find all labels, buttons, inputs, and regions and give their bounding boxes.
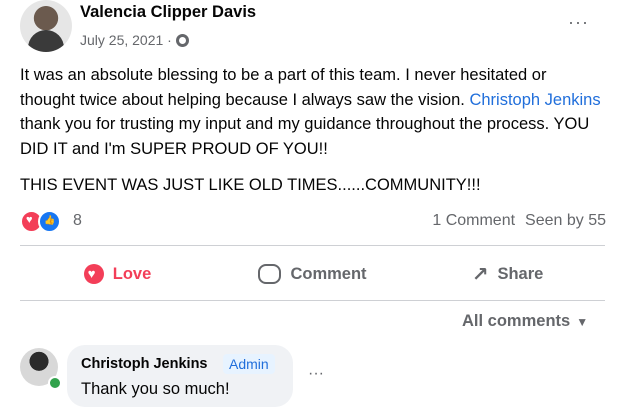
- seen-count[interactable]: Seen by 55: [525, 212, 606, 230]
- reactions-bar: 8 1 Comment Seen by 55: [20, 208, 606, 234]
- author-avatar[interactable]: [20, 0, 72, 52]
- comment-button[interactable]: Comment: [215, 252, 410, 296]
- love-button[interactable]: Love: [20, 252, 215, 296]
- post-paragraph-1: It was an absolute blessing to be a part…: [20, 63, 605, 161]
- comment-bubble: Christoph Jenkins Admin Thank you so muc…: [67, 345, 293, 407]
- post-stats: 1 Comment Seen by 55: [432, 212, 606, 230]
- comment-text: Thank you so much!: [81, 380, 230, 398]
- share-label: Share: [497, 264, 544, 283]
- filter-label: All comments: [462, 312, 571, 330]
- post-header: Valencia Clipper Davis July 25, 2021 · ·…: [20, 0, 610, 60]
- heart-icon: [83, 264, 104, 284]
- globe-icon: [175, 33, 189, 47]
- more-options-icon[interactable]: ···: [568, 12, 589, 33]
- post-body: It was an absolute blessing to be a part…: [20, 63, 605, 198]
- comment-count[interactable]: 1 Comment: [432, 212, 515, 230]
- share-button[interactable]: ↗ Share: [410, 252, 605, 296]
- comment-options-icon[interactable]: ···: [308, 365, 324, 383]
- post-text-part: It was an absolute blessing to be a part…: [20, 66, 547, 109]
- like-reaction-icon[interactable]: [38, 209, 61, 233]
- comment-icon: [258, 264, 282, 284]
- chevron-down-icon: ▼: [576, 315, 589, 329]
- author-name[interactable]: Valencia Clipper Davis: [80, 3, 256, 22]
- comment-label: Comment: [290, 264, 367, 283]
- post-meta: July 25, 2021 ·: [80, 32, 189, 48]
- commenter-name[interactable]: Christoph Jenkins: [81, 356, 208, 372]
- post-date[interactable]: July 25, 2021 ·: [80, 32, 172, 48]
- post-text-part: thank you for trusting my input and my g…: [20, 115, 590, 158]
- share-icon: ↗: [471, 263, 489, 286]
- action-bar: Love Comment ↗ Share: [20, 252, 605, 296]
- love-label: Love: [112, 264, 152, 283]
- divider: [20, 245, 605, 246]
- mention-link[interactable]: Christoph Jenkins: [469, 91, 600, 109]
- all-comments-filter[interactable]: All comments ▼: [462, 312, 588, 331]
- divider: [20, 300, 605, 301]
- admin-badge[interactable]: Admin: [223, 354, 275, 374]
- post-paragraph-2: THIS EVENT WAS JUST LIKE OLD TIMES......…: [20, 176, 481, 194]
- reaction-count[interactable]: 8: [73, 212, 82, 230]
- online-status-icon: [48, 376, 62, 390]
